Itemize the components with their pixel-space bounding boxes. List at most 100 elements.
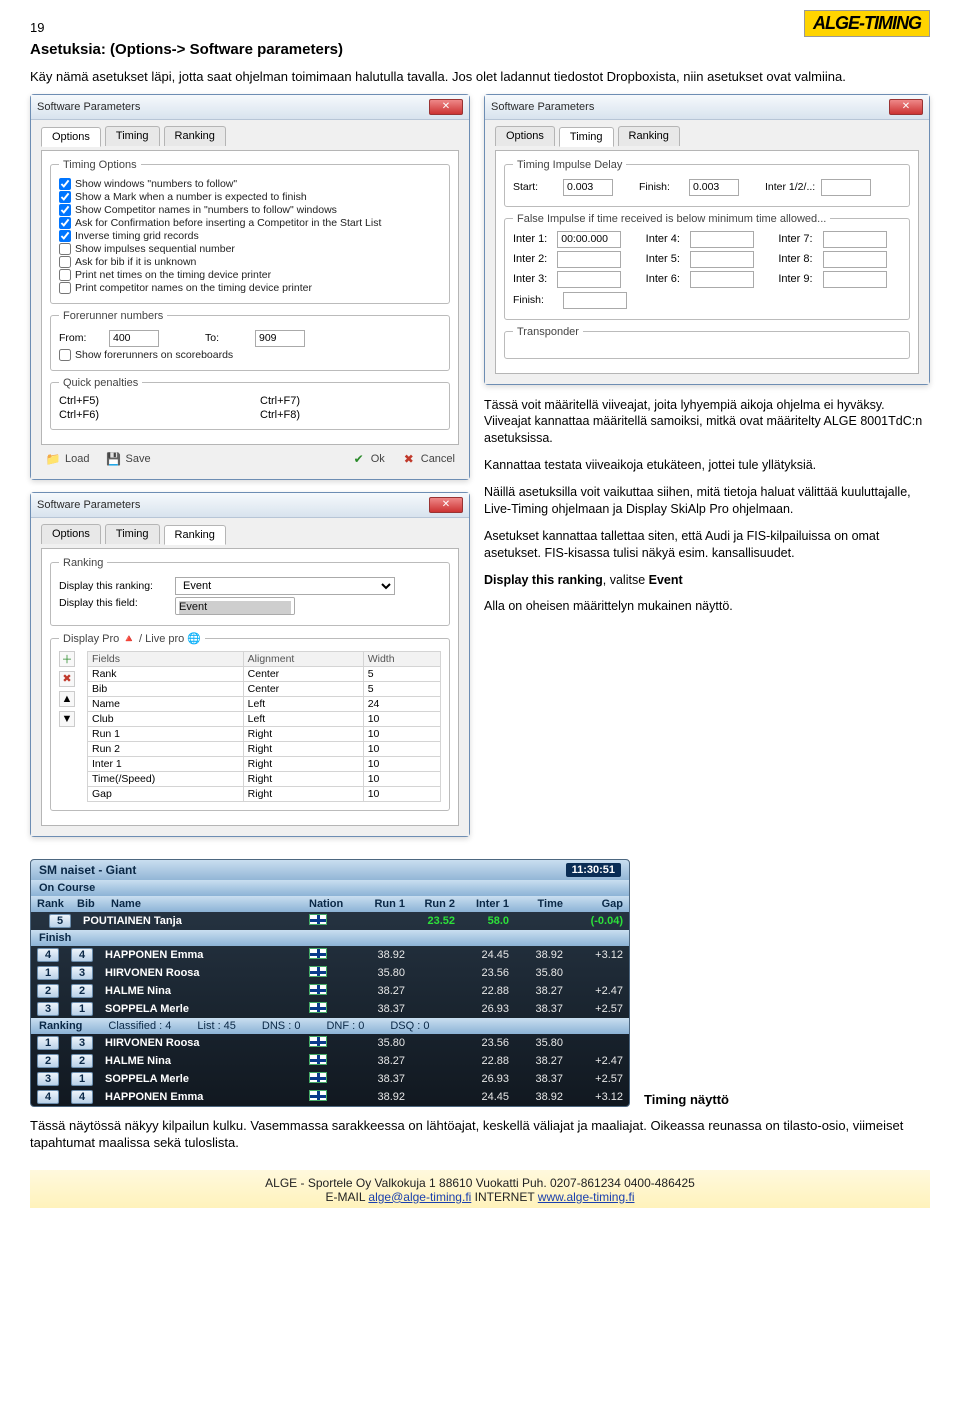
body-paragraph: Tässä voit määritellä viiveajat, joita l… [484, 397, 930, 448]
intro-paragraph: Käy nämä asetukset läpi, jotta saat ohje… [30, 68, 930, 86]
col-run2: Run 2 [411, 896, 461, 912]
result-row: 22HALME Nina38.2722.8838.27+2.47 [31, 982, 629, 1000]
option-checkbox[interactable] [59, 217, 71, 229]
from-input[interactable] [109, 330, 159, 347]
inter-input[interactable] [823, 251, 887, 268]
col-rank: Rank [31, 896, 71, 912]
inter-input[interactable] [690, 251, 754, 268]
add-icon[interactable]: ＋ [59, 651, 75, 667]
close-icon[interactable]: ✕ [889, 99, 923, 115]
table-row[interactable]: ClubLeft10 [88, 711, 441, 726]
table-row[interactable]: Time(/Speed)Right10 [88, 771, 441, 786]
option-checkbox[interactable] [59, 243, 71, 255]
option-label: Show Competitor names in "numbers to fol… [75, 204, 337, 216]
tab-ranking[interactable]: Ranking [164, 525, 226, 545]
option-checkbox[interactable] [59, 191, 71, 203]
impulse-delay-legend: Timing Impulse Delay [513, 159, 626, 171]
option-label: Show a Mark when a number is expected to… [75, 191, 307, 203]
remove-icon[interactable]: ✖ [59, 671, 75, 687]
option-checkbox[interactable] [59, 230, 71, 242]
finish-input[interactable] [689, 179, 739, 196]
finish2-input[interactable] [563, 292, 627, 309]
to-input[interactable] [255, 330, 305, 347]
tab-options[interactable]: Options [495, 126, 555, 146]
col-time: Time [515, 896, 569, 912]
tab-ranking[interactable]: Ranking [164, 126, 226, 146]
display-this-ranking-label: Display this ranking: [59, 580, 169, 592]
option-checkbox[interactable] [59, 204, 71, 216]
inter-input[interactable] [690, 231, 754, 248]
inter-label: Inter 9: [778, 273, 812, 285]
tab-timing[interactable]: Timing [559, 127, 614, 147]
flag-icon [309, 1090, 327, 1101]
tab-options[interactable]: Options [41, 127, 101, 147]
finish-label: Finish: [639, 181, 683, 193]
option-label: Show windows "numbers to follow" [75, 178, 237, 190]
stat-classified: Classified : 4 [108, 1020, 171, 1032]
result-row: 44HAPPONEN Emma38.9224.4538.92+3.12 [31, 1088, 629, 1106]
result-row: 22HALME Nina38.2722.8838.27+2.47 [31, 1052, 629, 1070]
table-row[interactable]: Inter 1Right10 [88, 756, 441, 771]
inter-input[interactable] [557, 231, 621, 248]
inter-input[interactable] [557, 251, 621, 268]
fields-table[interactable]: Fields Alignment Width RankCenter5BibCen… [87, 651, 441, 802]
brand-logo: ALGE-TIMING [804, 10, 930, 37]
tab-timing[interactable]: Timing [105, 524, 160, 544]
display-this-field-list[interactable]: RunEventInter 1 [175, 597, 295, 615]
show-forerunners-checkbox[interactable] [59, 349, 71, 361]
ok-button[interactable]: ✔Ok [351, 451, 385, 467]
table-row[interactable]: BibCenter5 [88, 681, 441, 696]
inter12-input[interactable] [821, 179, 871, 196]
close-icon[interactable]: ✕ [429, 497, 463, 513]
move-down-icon[interactable]: ▼ [59, 711, 75, 727]
table-row[interactable]: Run 2Right10 [88, 741, 441, 756]
flag-icon [309, 966, 327, 977]
table-row[interactable]: GapRight10 [88, 786, 441, 801]
footer-email[interactable]: alge@alge-timing.fi [368, 1190, 471, 1204]
flag-icon [309, 1072, 327, 1083]
col-width: Width [363, 651, 440, 666]
tab-ranking[interactable]: Ranking [618, 126, 680, 146]
option-checkbox[interactable] [59, 282, 71, 294]
footer-line1: ALGE - Sportele Oy Valkokuja 1 88610 Vuo… [30, 1176, 930, 1190]
move-up-icon[interactable]: ▲ [59, 691, 75, 707]
timing-caption: Timing näyttö [644, 1092, 729, 1107]
software-parameters-dialog-timing: Software Parameters ✕ Options Timing Ran… [484, 94, 930, 385]
close-icon[interactable]: ✕ [429, 99, 463, 115]
cancel-button[interactable]: ✖Cancel [401, 451, 455, 467]
col-alignment: Alignment [243, 651, 363, 666]
inter-input[interactable] [690, 271, 754, 288]
table-row[interactable]: NameLeft24 [88, 696, 441, 711]
clock: 11:30:51 [566, 863, 621, 877]
col-nation: Nation [303, 896, 357, 912]
save-button[interactable]: 💾Save [105, 451, 150, 467]
false-impulse-legend: False Impulse if time received is below … [513, 213, 830, 225]
tab-timing[interactable]: Timing [105, 126, 160, 146]
result-row: 44HAPPONEN Emma38.9224.4538.92+3.12 [31, 946, 629, 964]
footer-web[interactable]: www.alge-timing.fi [538, 1190, 635, 1204]
option-checkbox[interactable] [59, 256, 71, 268]
body-paragraph: Alla on oheisen määrittelyn mukainen näy… [484, 598, 930, 615]
hotkey-label: Ctrl+F7) [260, 395, 441, 407]
dialog-title: Software Parameters [491, 101, 594, 113]
load-button[interactable]: 📁Load [45, 451, 89, 467]
start-input[interactable] [563, 179, 613, 196]
inter-input[interactable] [557, 271, 621, 288]
inter-input[interactable] [823, 271, 887, 288]
option-label: Print competitor names on the timing dev… [75, 282, 312, 294]
hotkey-label: Ctrl+F5) [59, 395, 240, 407]
inter-input[interactable] [823, 231, 887, 248]
inter12-label: Inter 1/2/..: [765, 181, 815, 193]
table-row[interactable]: Run 1Right10 [88, 726, 441, 741]
table-row[interactable]: RankCenter5 [88, 666, 441, 681]
hotkey-label: Ctrl+F6) [59, 409, 240, 421]
option-checkbox[interactable] [59, 178, 71, 190]
page-number: 19 [30, 20, 930, 35]
tab-options[interactable]: Options [41, 524, 101, 544]
option-checkbox[interactable] [59, 269, 71, 281]
option-label: Inverse timing grid records [75, 230, 199, 242]
display-this-field-label: Display this field: [59, 597, 169, 609]
page-title: Asetuksia: (Options-> Software parameter… [30, 41, 930, 58]
transponder-legend: Transponder [513, 326, 583, 338]
display-this-ranking-select[interactable]: Event [175, 577, 395, 595]
